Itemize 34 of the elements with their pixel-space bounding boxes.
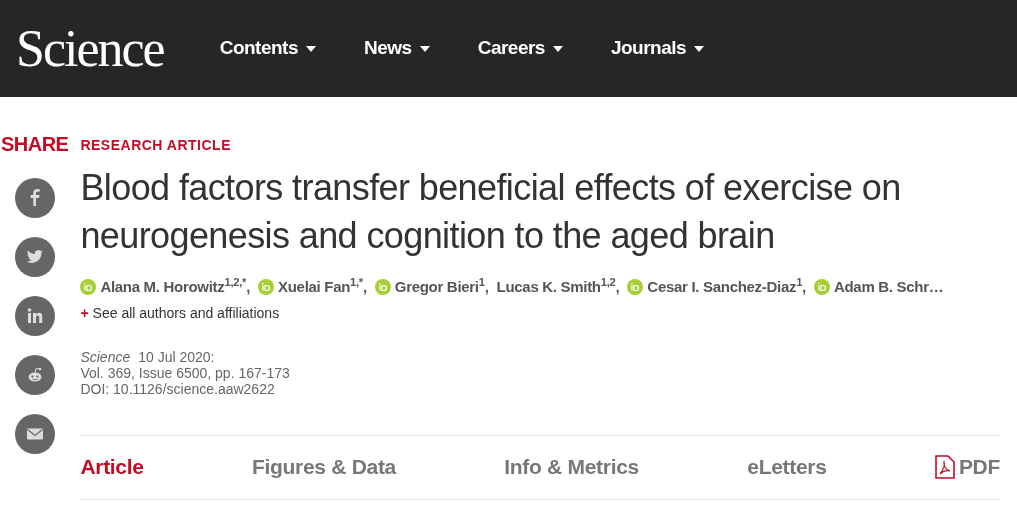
doi-text: DOI: 10.1126/science.aaw2622 [80, 380, 276, 397]
article-tab[interactable]: eLetters [747, 451, 827, 483]
nav-menu-link[interactable]: News [364, 34, 430, 63]
share-button[interactable] [14, 355, 55, 395]
caret-icon [306, 45, 316, 52]
article-title: Blood factors transfer beneficial effects of exercise on neurogenesis and cognition to the aged brain [80, 166, 902, 258]
publication-date: 10 Jul 2020: [138, 348, 215, 365]
caret-icon [552, 45, 563, 52]
nav-menu-link[interactable]: Journals [610, 34, 705, 63]
caret-icon [694, 45, 705, 52]
journal-name: Science [80, 348, 131, 365]
share-button[interactable] [14, 296, 55, 336]
pdf-icon [934, 455, 955, 479]
caret-icon [419, 45, 430, 52]
author-name[interactable]: Alana M. Horowitz$^{1,2,*}$, [100, 276, 250, 299]
author-name[interactable]: Cesar I. Sanchez-Diaz$^{1}$, [647, 276, 806, 299]
share-button[interactable] [14, 414, 55, 454]
article-type: RESEARCH ARTICLE [80, 136, 232, 155]
author-name[interactable]: Adam B. Schr… [833, 276, 944, 299]
logo[interactable]: Science [16, 22, 164, 75]
share-button[interactable] [14, 237, 55, 277]
share-label: SHARE [0, 132, 69, 157]
author-name[interactable]: Gregor Bieri$^{1}$, [394, 276, 489, 299]
nav-menu-link[interactable]: Careers [477, 34, 563, 63]
article-tab[interactable]: PDF [934, 451, 1000, 483]
share-button[interactable] [14, 178, 55, 218]
see-all-authors-link[interactable]: + See all authors and affiliations [80, 302, 280, 324]
author-name[interactable]: Xuelai Fan$^{1,*}$, [278, 276, 367, 299]
article-tab[interactable]: Info & Metrics [504, 451, 639, 483]
author-name[interactable]: Lucas K. Smith$^{1,2}$, [496, 276, 620, 299]
article-tab[interactable]: Figures & Data [252, 451, 396, 483]
nav-menu-link[interactable]: Contents [219, 34, 316, 63]
volume-info: Vol. 369, Issue 6500, pp. 167-173 [80, 364, 291, 381]
article-tab[interactable]: Article [80, 451, 144, 483]
